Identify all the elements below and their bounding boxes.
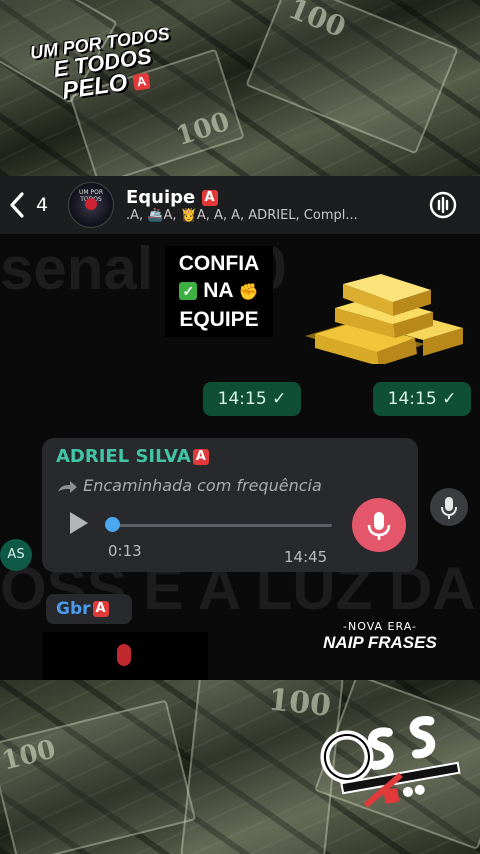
group-title-box[interactable]: Equipe A .A, 🚢A, 👸A, A, A, ADRIEL, Compl…	[126, 187, 412, 223]
sticker-line1: CONFIA	[178, 252, 260, 275]
watermark-subtitle: -NOVA ERA-	[343, 620, 417, 633]
forward-arrow-icon	[58, 480, 77, 493]
fist-icon: ✊	[238, 284, 259, 301]
sticker-confia-na-equipe[interactable]: CONFIA ✓ NA ✊ EQUIPE	[165, 246, 273, 337]
outgoing-message-bubble[interactable]: 14:15 ✓	[373, 382, 471, 416]
voice-sender-name: ADRIEL SILVA	[56, 446, 191, 467]
microphone-badge	[352, 498, 406, 552]
chat-header: 4 UM POR TODOS Equipe A .A, 🚢A, 👸A, A, A…	[0, 176, 480, 234]
sticker-line3: EQUIPE	[179, 308, 259, 331]
money-background-top: 100 100 UM POR TODOS E TODOS PELO A	[0, 0, 480, 176]
dollar-bill-image: 100	[0, 699, 197, 854]
voice-message-bubble[interactable]: ADRIEL SILVA A Encaminhada com frequência…	[42, 438, 418, 572]
forwarded-label: Encaminhada com frequência	[83, 476, 322, 495]
a-badge-icon: A	[192, 449, 209, 465]
outgoing-message-bubble[interactable]: 14:15 ✓	[203, 382, 301, 416]
voice-call-icon	[429, 191, 457, 219]
group-avatar[interactable]: UM POR TODOS	[68, 182, 114, 228]
voice-progress-track[interactable]	[112, 524, 332, 527]
chat-area: senal 0 0 OSS E A LUZ DA CONFIA ✓ NA ✊ E…	[0, 234, 480, 680]
watermark-title: NAIP FRASES	[323, 633, 437, 652]
microphone-icon	[367, 512, 391, 540]
sticker-line2: NA	[203, 279, 233, 302]
voice-message-time: 14:45	[284, 548, 328, 566]
transcribe-voice-button[interactable]	[430, 488, 468, 526]
chevron-left-icon	[10, 192, 24, 218]
gbr-message-bubble[interactable]: Gbr A	[46, 594, 132, 624]
play-icon[interactable]	[70, 512, 88, 534]
sticker-line2-wrap: ✓ NA ✊	[165, 277, 273, 306]
voice-sender-row: ADRIEL SILVA A	[56, 446, 209, 467]
forwarded-row: Encaminhada com frequência	[56, 476, 322, 495]
group-name: Equipe	[126, 187, 196, 208]
oss-logo	[320, 716, 461, 808]
sender-avatar[interactable]: AS	[0, 539, 32, 571]
back-button[interactable]	[4, 190, 30, 220]
group-members: .A, 🚢A, 👸A, A, A, ADRIEL, Compl...	[126, 208, 358, 223]
gbr-sender-name: Gbr	[56, 599, 91, 619]
voice-call-button[interactable]	[428, 190, 458, 220]
naip-frases-watermark: -NOVA ERA- NAIP FRASES	[322, 620, 438, 653]
microphone-icon	[441, 497, 457, 519]
a-badge-icon: A	[201, 190, 218, 206]
gold-bars-sticker[interactable]	[305, 274, 465, 364]
a-badge-icon: A	[92, 601, 109, 617]
a-badge-icon: A	[132, 72, 151, 91]
dollar-bill-image: 100	[245, 0, 459, 155]
group-name-row: Equipe A	[126, 187, 412, 208]
small-sticker-icon	[117, 644, 131, 666]
unread-count[interactable]: 4	[36, 194, 68, 216]
voice-progress-handle[interactable]	[105, 517, 120, 532]
check-mark-icon: ✓	[179, 282, 198, 301]
voice-duration: 0:13	[108, 542, 142, 560]
